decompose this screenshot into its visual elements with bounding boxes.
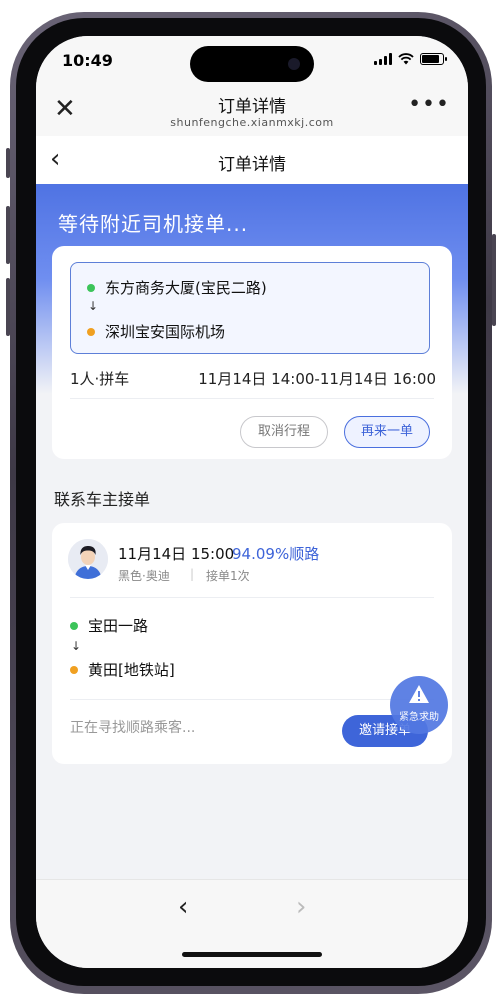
end-dot-icon xyxy=(87,327,95,336)
driver-departure-time: 11月14日 15:00 xyxy=(118,545,235,563)
time-range: 11月14日 14:00-11月14日 16:00 xyxy=(198,370,436,388)
driver-card[interactable]: 11月14日 15:00 94.09%顺路 黑色·奥迪 | 接单1次 宝田一路 … xyxy=(52,523,452,764)
screen: 10:49 ✕ 订单详情 shunfengche.xianmxkj.com ••… xyxy=(36,36,468,968)
volume-up-button xyxy=(6,206,10,264)
section-title: 联系车主接单 xyxy=(54,490,151,509)
forward-arrow-icon[interactable]: › xyxy=(296,892,306,922)
end-stop: 深圳宝安国际机场 xyxy=(87,321,225,342)
start-dot-icon xyxy=(87,283,95,292)
home-indicator[interactable] xyxy=(182,952,322,957)
end-location: 深圳宝安国际机场 xyxy=(105,323,226,341)
order-count: 接单1次 xyxy=(206,569,250,583)
driver-start-location: 宝田一路 xyxy=(88,617,149,635)
emergency-help-label: 紧急求助 xyxy=(399,712,439,723)
driver-start-stop: 宝田一路 xyxy=(70,615,148,636)
warning-icon xyxy=(409,685,429,703)
silent-switch xyxy=(6,148,10,178)
browser-url: shunfengche.xianmxkj.com xyxy=(170,116,334,129)
driver-end-location: 黄田[地铁站] xyxy=(88,661,175,679)
info-separator: | xyxy=(190,567,195,581)
arrow-down-icon: ↓ xyxy=(88,299,99,313)
wifi-icon xyxy=(398,53,414,65)
car-info: 黑色·奥迪 xyxy=(118,569,170,583)
camera-icon xyxy=(288,58,300,70)
dynamic-island xyxy=(190,46,314,82)
divider xyxy=(70,398,434,399)
driver-avatar-icon xyxy=(68,539,108,579)
order-again-button[interactable]: 再来一单 xyxy=(344,416,430,448)
back-arrow-icon[interactable]: ‹ xyxy=(178,892,188,922)
order-card: 东方商务大厦(宝民二路) ↓ 深圳宝安国际机场 1人·拼车 11月14日 14:… xyxy=(52,246,452,459)
start-location: 东方商务大厦(宝民二路) xyxy=(105,279,267,297)
signal-icon xyxy=(374,53,392,65)
cancel-trip-button[interactable]: 取消行程 xyxy=(240,416,328,448)
passenger-info: 1人·拼车 xyxy=(70,370,130,388)
page-title: 订单详情 xyxy=(218,155,286,175)
more-options-icon[interactable]: ••• xyxy=(408,92,450,117)
battery-icon xyxy=(420,53,447,65)
page-header: ‹ 订单详情 xyxy=(36,136,468,184)
arrow-down-icon: ↓ xyxy=(71,639,82,653)
status-bar: 10:49 xyxy=(36,36,468,86)
volume-down-button xyxy=(6,278,10,336)
browser-bar: ✕ 订单详情 shunfengche.xianmxkj.com ••• xyxy=(36,86,468,136)
status-time: 10:49 xyxy=(62,51,113,70)
route-match-ratio: 94.09%顺路 xyxy=(232,545,320,563)
emergency-help-button[interactable]: 紧急求助 xyxy=(390,676,448,734)
power-button xyxy=(492,234,496,326)
start-dot-icon xyxy=(70,621,78,630)
end-dot-icon xyxy=(70,665,78,674)
waiting-status-title: 等待附近司机接单... xyxy=(58,212,249,236)
browser-bottom-bar: ‹ › xyxy=(36,879,468,968)
status-icons xyxy=(374,53,447,65)
driver-end-stop: 黄田[地铁站] xyxy=(70,659,175,680)
seeking-status: 正在寻找顺路乘客... xyxy=(70,720,196,736)
divider xyxy=(70,597,434,598)
route-box: 东方商务大厦(宝民二路) ↓ 深圳宝安国际机场 xyxy=(70,262,430,354)
avatar xyxy=(68,539,108,579)
browser-title: 订单详情 xyxy=(218,97,286,117)
divider xyxy=(70,699,434,700)
start-stop: 东方商务大厦(宝民二路) xyxy=(87,277,267,298)
